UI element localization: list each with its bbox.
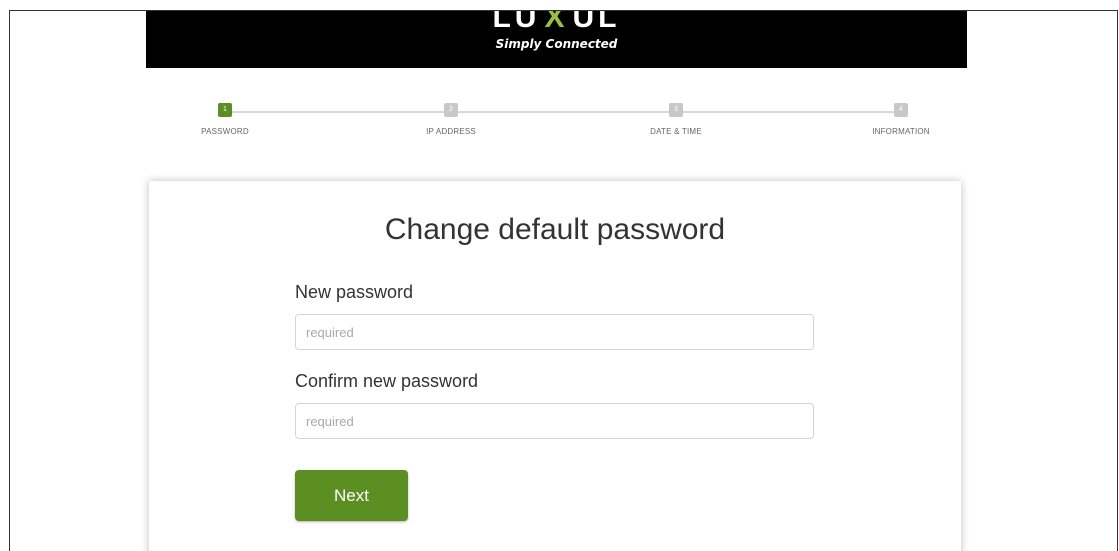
step-label: INFORMATION	[872, 127, 930, 136]
browser-frame: LU X UL Simply Connected 1 PASSWORD 2 IP A…	[9, 10, 1118, 551]
new-password-input[interactable]	[295, 314, 814, 350]
password-card: Change default password New password Con…	[149, 181, 961, 551]
page-title: Change default password	[384, 213, 726, 246]
confirm-password-input[interactable]	[295, 403, 814, 439]
step-ip-address: 2 IP ADDRESS	[396, 101, 506, 136]
logo-tagline: Simply Connected	[495, 37, 618, 51]
step-number-badge: 2	[444, 103, 458, 117]
logo-text-right: UL	[572, 10, 621, 34]
setup-stepper: 1 PASSWORD 2 IP ADDRESS 3 DATE & TIME 4 …	[170, 101, 950, 151]
logo-x-mark: X	[544, 10, 569, 34]
step-date-time: 3 DATE & TIME	[621, 101, 731, 136]
step-label: DATE & TIME	[650, 127, 702, 136]
step-number-badge: 3	[669, 103, 683, 117]
next-button[interactable]: Next	[295, 470, 408, 521]
logo: LU X UL	[146, 10, 967, 35]
step-information: 4 INFORMATION	[846, 101, 956, 136]
brand-header: LU X UL Simply Connected	[146, 11, 967, 68]
step-number-badge: 4	[894, 103, 908, 117]
step-label: PASSWORD	[201, 127, 249, 136]
stepper-line	[218, 111, 899, 113]
step-number-badge: 1	[218, 103, 232, 117]
new-password-label: New password	[295, 282, 414, 302]
logo-text-left: LU	[492, 10, 541, 34]
confirm-password-label: Confirm new password	[295, 371, 479, 391]
step-label: IP ADDRESS	[426, 127, 476, 136]
logo-wordmark: LU X UL	[492, 10, 621, 35]
step-password: 1 PASSWORD	[170, 101, 280, 136]
